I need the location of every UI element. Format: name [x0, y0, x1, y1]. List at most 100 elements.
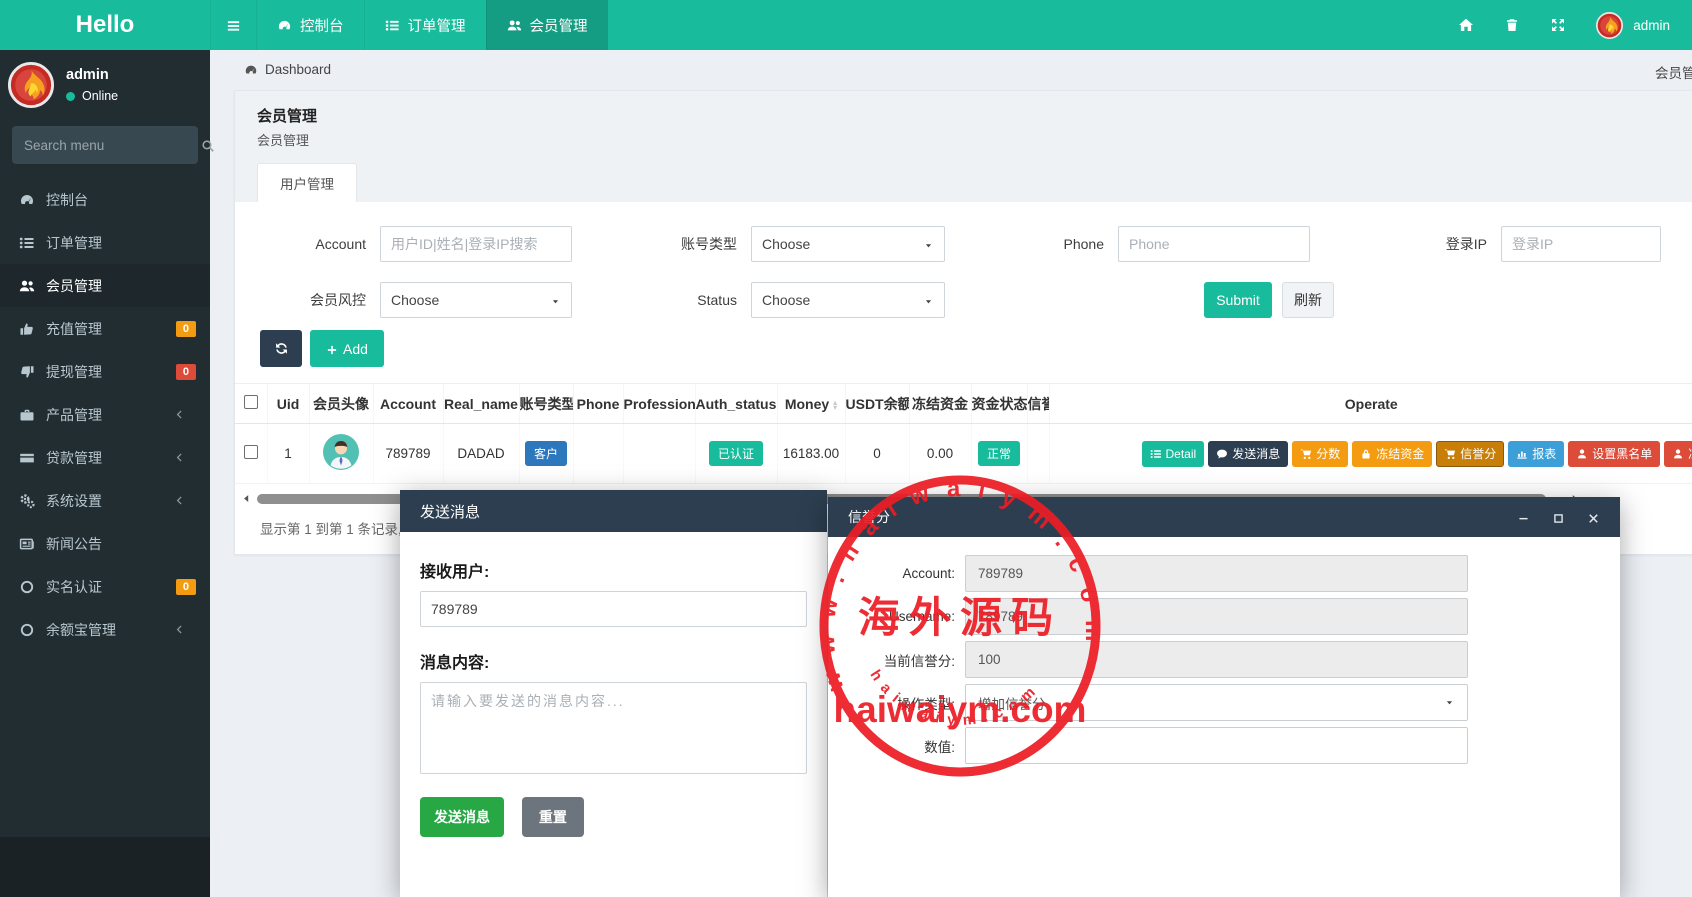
- cell-phone: [573, 424, 623, 484]
- column-header-USDT余额: USDT余额: [845, 384, 909, 424]
- column-header-Money[interactable]: Money▴▾: [777, 384, 845, 424]
- sidebar-item-4[interactable]: 充值管理 0: [0, 307, 210, 350]
- submit-button[interactable]: Submit: [1204, 282, 1272, 318]
- tab-user-management[interactable]: 用户管理: [257, 163, 357, 202]
- breadcrumb-left[interactable]: Dashboard: [265, 62, 331, 77]
- user-icon: [1672, 448, 1684, 460]
- trash-button[interactable]: [1504, 17, 1520, 33]
- member-risk-select[interactable]: Choose: [380, 282, 572, 318]
- credit-operation-type-select[interactable]: 增加信誉分: [965, 684, 1468, 721]
- table-header-row: Uid会员头像AccountReal_name账号类型PhoneProfessi…: [235, 384, 1692, 424]
- status-select[interactable]: Choose: [751, 282, 945, 318]
- nav-tab-1[interactable]: 控制台: [256, 0, 364, 50]
- sidebar-item-label: 提现管理: [46, 362, 102, 382]
- sidebar-badge: 0: [176, 321, 196, 337]
- fund-status-badge: 正常: [978, 441, 1020, 466]
- credit-field-row-1: Account:789789: [828, 555, 1620, 592]
- user-avatar[interactable]: [1596, 12, 1623, 39]
- thumbs-up-icon: [19, 321, 35, 337]
- credit-value-input[interactable]: [965, 727, 1468, 764]
- recipient-input[interactable]: [420, 591, 807, 627]
- operate-button-信誉分[interactable]: 信誉分: [1436, 441, 1504, 467]
- circle-o-icon: [19, 579, 35, 595]
- credit-field-row-4: 操作类型:增加信誉分: [828, 684, 1620, 721]
- nav-tab-3[interactable]: 会员管理: [486, 0, 608, 50]
- online-status-dot: [66, 92, 75, 101]
- sidebar-item-label: 实名认证: [46, 577, 102, 597]
- cell-account-type: 客户: [519, 424, 573, 484]
- credit-field-row-2: Username:789789: [828, 598, 1620, 635]
- send-message-button[interactable]: 发送消息: [420, 797, 504, 837]
- reload-table-button[interactable]: [260, 330, 302, 367]
- refresh-filter-button[interactable]: 刷新: [1282, 282, 1334, 318]
- cell-avatar: [309, 424, 373, 484]
- member-risk-label: 会员风控: [235, 290, 380, 310]
- operate-button-冻结资金[interactable]: 冻结资金: [1352, 441, 1432, 467]
- fire-logo-icon: [1596, 12, 1623, 39]
- column-header-Auth_status[interactable]: Auth_status▴▾: [695, 384, 777, 424]
- credit-readonly-field: 789789: [965, 598, 1468, 635]
- send-message-modal-title: 发送消息: [420, 501, 480, 522]
- maximize-icon[interactable]: [1552, 509, 1565, 525]
- brand-logo[interactable]: Hello: [0, 0, 210, 50]
- sidebar-search-input[interactable]: [24, 138, 201, 153]
- operate-button-发送消息[interactable]: 发送消息: [1208, 441, 1288, 467]
- sidebar-username: admin: [66, 67, 118, 83]
- operate-button-报表[interactable]: 报表: [1508, 441, 1564, 467]
- sidebar-search: [12, 126, 198, 164]
- sidebar-item-label: 充值管理: [46, 319, 102, 339]
- login-ip-input[interactable]: [1501, 226, 1661, 262]
- column-header-会员头像: 会员头像: [309, 384, 373, 424]
- credit-field-label: Account:: [828, 566, 965, 581]
- operate-button-Detail[interactable]: Detail: [1142, 441, 1205, 467]
- cell-operate: Detail发送消息分数冻结资金信誉分报表设置黑名单冻结: [1049, 424, 1692, 484]
- sidebar-item-7[interactable]: 贷款管理: [0, 436, 210, 479]
- sidebar-item-10[interactable]: 实名认证 0: [0, 565, 210, 608]
- message-content-textarea[interactable]: [420, 682, 807, 774]
- nav-tab-2[interactable]: 订单管理: [364, 0, 486, 50]
- chart-icon: [1516, 448, 1528, 460]
- row-checkbox[interactable]: [244, 445, 258, 459]
- add-member-button[interactable]: Add: [310, 330, 384, 367]
- navbar-username[interactable]: admin: [1633, 18, 1670, 33]
- chevron-left-icon: [174, 624, 185, 635]
- credit-score-modal-header[interactable]: 信誉分: [828, 497, 1620, 537]
- sidebar-search-button[interactable]: [201, 137, 215, 153]
- credit-field-row-3: 当前信誉分:100: [828, 641, 1620, 678]
- home-button[interactable]: [1458, 17, 1474, 33]
- sidebar-item-2[interactable]: 订单管理: [0, 221, 210, 264]
- operate-button-冻结[interactable]: 冻结: [1664, 441, 1692, 467]
- sidebar-item-6[interactable]: 产品管理: [0, 393, 210, 436]
- sort-icons[interactable]: ▴▾: [833, 400, 837, 410]
- phone-input[interactable]: [1118, 226, 1310, 262]
- close-icon[interactable]: [1587, 509, 1600, 525]
- operate-button-分数[interactable]: 分数: [1292, 441, 1348, 467]
- sidebar-item-5[interactable]: 提现管理0: [0, 350, 210, 393]
- circle-o-icon: [19, 622, 35, 638]
- select-all-checkbox[interactable]: [244, 395, 258, 409]
- cell-uid: 1: [267, 424, 309, 484]
- sidebar-item-3[interactable]: 会员管理: [0, 264, 210, 307]
- sidebar-item-1[interactable]: 控制台: [0, 178, 210, 221]
- users-icon: [19, 278, 35, 294]
- fullscreen-button[interactable]: [1550, 17, 1566, 33]
- credit-readonly-field: 100: [965, 641, 1468, 678]
- sidebar-item-8[interactable]: 系统设置: [0, 479, 210, 522]
- sidebar-item-11[interactable]: 余额宝管理: [0, 608, 210, 651]
- sidebar-badge: 0: [176, 579, 196, 595]
- account-search-input[interactable]: [380, 226, 572, 262]
- account-label: Account: [235, 236, 380, 252]
- breadcrumb: Dashboard 会员管理: [210, 50, 1692, 90]
- minimize-icon[interactable]: [1517, 509, 1530, 525]
- operate-button-设置黑名单[interactable]: 设置黑名单: [1568, 441, 1660, 467]
- trash-icon: [1504, 17, 1520, 33]
- send-message-modal-header[interactable]: 发送消息: [400, 490, 827, 532]
- reset-button[interactable]: 重置: [522, 797, 584, 837]
- table-row[interactable]: 1 789789 DADAD 客户 已认证 16183.00 0 0.00: [235, 424, 1692, 484]
- sidebar-item-9[interactable]: 新闻公告: [0, 522, 210, 565]
- account-type-select[interactable]: Choose: [751, 226, 945, 262]
- sidebar-toggle-button[interactable]: [210, 0, 256, 50]
- member-avatar[interactable]: [323, 434, 359, 470]
- message-content-label: 消息内容:: [420, 649, 807, 673]
- scroll-left-icon[interactable]: [241, 493, 252, 504]
